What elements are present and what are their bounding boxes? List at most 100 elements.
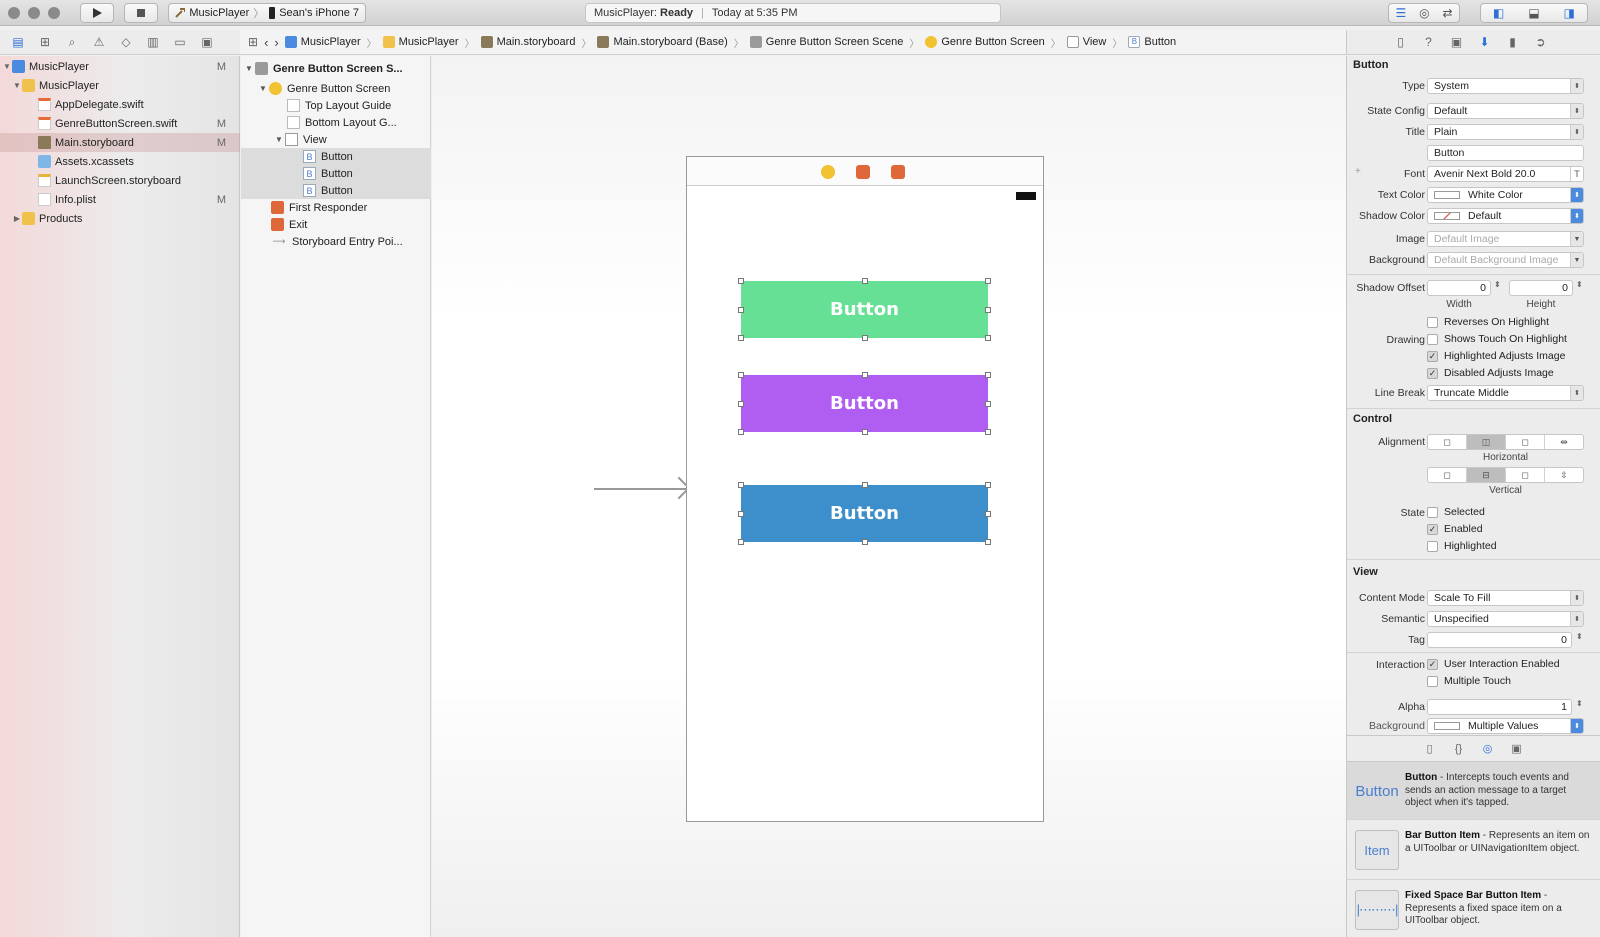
navigator-toggle-icon[interactable]: ◧ [1493, 6, 1504, 20]
state-config-select[interactable]: Default ⬍ [1427, 103, 1584, 119]
editor-mode-group[interactable]: ☰ ◎ ⇄ [1388, 3, 1460, 23]
panel-toggle-group[interactable]: ◧ ⬓ ◨ [1480, 3, 1588, 23]
resize-handle[interactable] [738, 429, 744, 435]
shadow-color-select[interactable]: Default ⬍ [1427, 208, 1584, 224]
code-snippet-library-icon[interactable]: {} [1452, 742, 1465, 755]
checkbox-unchecked[interactable] [1427, 506, 1438, 518]
disclosure-open-icon[interactable]: ▼ [12, 81, 22, 90]
zoom-window-button[interactable] [48, 7, 60, 19]
align-bottom-icon[interactable]: ◻ [1506, 468, 1545, 482]
outline-view[interactable]: ▼ View [241, 131, 431, 148]
outline-first-responder[interactable]: First Responder [241, 199, 431, 216]
outline-bottom-layout-guide[interactable]: Bottom Layout G... [241, 114, 431, 131]
standard-editor-icon[interactable]: ☰ [1395, 6, 1406, 20]
align-top-icon[interactable]: ◻ [1428, 468, 1467, 482]
issue-navigator-icon[interactable]: ⚠ [91, 35, 107, 49]
tag-field[interactable]: 0 [1427, 632, 1572, 648]
checkmark-icon[interactable]: ✓ [1427, 350, 1438, 362]
source-control-navigator-icon[interactable]: ⊞ [37, 35, 53, 49]
background-combo[interactable]: Default Background Image ▼ [1427, 252, 1584, 268]
file-template-library-icon[interactable]: ▯ [1423, 742, 1436, 755]
text-color-select[interactable]: White Color ⬍ [1427, 187, 1584, 203]
alpha-field[interactable]: 1 [1427, 699, 1572, 715]
nav-group-musicplayer[interactable]: ▼ MusicPlayer [0, 76, 240, 95]
resize-handle[interactable] [861, 482, 868, 488]
checkbox-unchecked[interactable] [1427, 540, 1438, 552]
scheme-selector[interactable]: MusicPlayer 〉 Sean's iPhone 7 [168, 3, 366, 23]
outline-top-layout-guide[interactable]: Top Layout Guide [241, 97, 431, 114]
report-navigator-icon[interactable]: ▣ [199, 35, 215, 49]
jumpbar-item-view[interactable]: View [1066, 36, 1106, 48]
storyboard-canvas[interactable]: Button Button Button [432, 56, 1346, 937]
exit-dock-icon[interactable] [891, 165, 905, 179]
vertical-alignment-control[interactable]: ◻ ⊟ ◻ ⇳ [1427, 467, 1584, 483]
resize-handle[interactable] [861, 335, 868, 341]
stop-button[interactable] [124, 3, 158, 23]
shadow-height-field[interactable]: 0 [1509, 280, 1573, 296]
nav-file-infoplist[interactable]: Info.plist M [0, 190, 240, 209]
outline-button-1[interactable]: B Button [241, 148, 431, 165]
checkmark-icon[interactable]: ✓ [1427, 367, 1438, 379]
resize-handle[interactable] [985, 372, 991, 378]
genre-button-1[interactable]: Button [738, 278, 991, 341]
height-stepper-icon[interactable]: ⬍ [1576, 280, 1583, 289]
breakpoint-navigator-icon[interactable]: ▭ [172, 35, 188, 49]
align-center-icon[interactable]: ◫ [1467, 435, 1506, 449]
disabled-adjusts-checkbox[interactable]: ✓ Disabled Adjusts Image [1427, 367, 1554, 379]
font-picker-icon[interactable]: T [1570, 167, 1583, 181]
selected-checkbox[interactable]: Selected [1427, 506, 1485, 518]
genre-button-3[interactable]: Button [738, 482, 991, 545]
view-controller-scene[interactable]: Button Button Button [686, 156, 1044, 822]
title-type-select[interactable]: Plain ⬍ [1427, 124, 1584, 140]
resize-handle[interactable] [985, 335, 991, 341]
outline-button-2[interactable]: B Button [241, 165, 431, 182]
resize-handle[interactable] [738, 306, 744, 313]
type-select[interactable]: System ⬍ [1427, 78, 1584, 94]
view-controller-dock-icon[interactable] [821, 165, 835, 179]
outline-entry-point[interactable]: ⟶ Storyboard Entry Poi... [241, 233, 431, 250]
content-mode-select[interactable]: Scale To Fill ⬍ [1427, 590, 1584, 606]
debug-toggle-icon[interactable]: ⬓ [1528, 6, 1539, 20]
project-navigator-icon[interactable]: ▤ [10, 35, 26, 49]
minimize-window-button[interactable] [28, 7, 40, 19]
genre-button-2[interactable]: Button [738, 372, 991, 435]
jumpbar-item-storyboard-base[interactable]: Main.storyboard (Base) [597, 36, 728, 48]
horizontal-alignment-control[interactable]: ◻ ◫ ◻ ⇹ [1427, 434, 1584, 450]
resize-handle[interactable] [985, 482, 991, 488]
user-interaction-checkbox[interactable]: ✓ User Interaction Enabled [1427, 658, 1560, 670]
enabled-checkbox[interactable]: ✓ Enabled [1427, 523, 1483, 535]
alpha-stepper-icon[interactable]: ⬍ [1576, 699, 1583, 708]
disclosure-open-icon[interactable]: ▼ [257, 84, 269, 93]
resize-handle[interactable] [738, 335, 744, 341]
nav-file-genrebuttonscreen[interactable]: GenreButtonScreen.swift M [0, 114, 240, 133]
align-middle-icon[interactable]: ⊟ [1467, 468, 1506, 482]
nav-project-musicplayer[interactable]: ▼ MusicPlayer M [0, 57, 240, 76]
disclosure-closed-icon[interactable]: ▶ [12, 214, 22, 223]
align-vfill-icon[interactable]: ⇳ [1545, 468, 1583, 482]
align-left-icon[interactable]: ◻ [1428, 435, 1467, 449]
resize-handle[interactable] [985, 429, 991, 435]
media-library-icon[interactable]: ▣ [1510, 742, 1523, 755]
version-editor-icon[interactable]: ⇄ [1442, 6, 1452, 20]
nav-file-appdelegate[interactable]: AppDelegate.swift [0, 95, 240, 114]
jumpbar-item-group[interactable]: MusicPlayer [382, 36, 459, 48]
background-color-select-cutoff[interactable]: Multiple Values ⬍ [1427, 718, 1584, 734]
find-navigator-icon[interactable]: ⌕ [64, 35, 80, 49]
disclosure-open-icon[interactable]: ▼ [243, 64, 255, 73]
nav-file-launchscreen[interactable]: LaunchScreen.storyboard [0, 171, 240, 190]
jumpbar-item-project[interactable]: MusicPlayer [284, 36, 361, 48]
multiple-touch-checkbox[interactable]: Multiple Touch [1427, 675, 1511, 687]
attributes-inspector-icon[interactable]: ⬇ [1477, 35, 1492, 50]
first-responder-dock-icon[interactable] [856, 165, 870, 179]
resize-handle[interactable] [861, 278, 868, 284]
identity-inspector-icon[interactable]: ▣ [1449, 35, 1464, 50]
checkmark-icon[interactable]: ✓ [1427, 523, 1438, 535]
font-field[interactable]: Avenir Next Bold 20.0 T [1427, 166, 1584, 182]
outline-scene[interactable]: ▼ Genre Button Screen S... [241, 60, 431, 77]
jumpbar-item-scene[interactable]: Genre Button Screen Scene [749, 36, 903, 48]
shows-touch-checkbox[interactable]: Shows Touch On Highlight [1427, 333, 1567, 345]
resize-handle[interactable] [738, 539, 744, 545]
jumpbar-item-controller[interactable]: Genre Button Screen [925, 36, 1045, 48]
resize-handle[interactable] [738, 510, 744, 517]
checkbox-unchecked[interactable] [1427, 675, 1438, 687]
